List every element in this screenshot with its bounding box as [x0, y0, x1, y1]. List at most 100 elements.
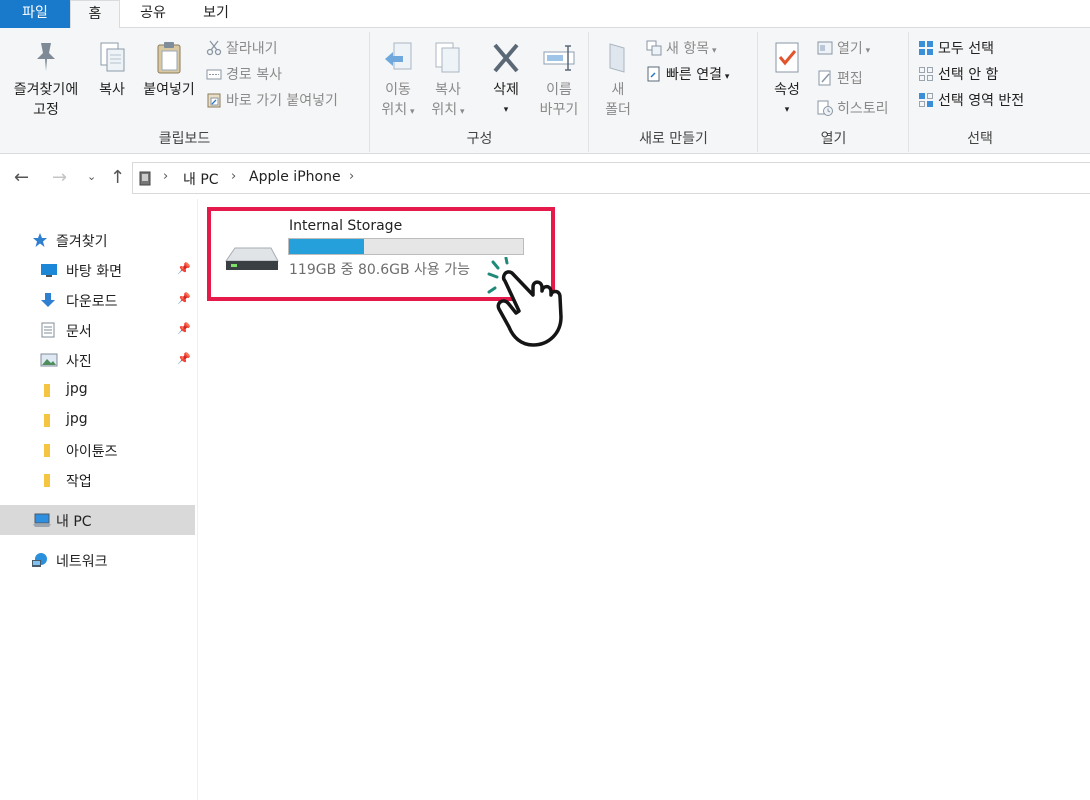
easy-access-icon	[646, 66, 662, 82]
select-none-button[interactable]: 선택 안 함	[918, 64, 998, 86]
drive-free-space: 119GB 중 80.6GB 사용 가능	[289, 262, 471, 278]
back-arrow-icon[interactable]: ←	[14, 167, 29, 188]
paste-shortcut-button[interactable]: 바로 가기 붙여넣기	[206, 90, 338, 112]
sidebar-item-folder-itunes[interactable]: 아이튠즈	[0, 435, 195, 465]
move-to-chevron-icon: ▾	[407, 107, 415, 117]
navigation-bar: ← → ⌄ ↑ › 내 PC › Apple iPhone ›	[0, 155, 1090, 199]
copy-label: 복사	[99, 82, 125, 98]
edit-button[interactable]: 편집	[817, 68, 863, 90]
folder-icon	[40, 472, 56, 488]
copy-path-button[interactable]: 경로 복사	[206, 64, 282, 86]
properties-label: 속성	[774, 82, 800, 98]
paste-button[interactable]: 붙여넣기	[136, 40, 202, 100]
desktop-icon	[40, 262, 57, 278]
drive-name: Internal Storage	[289, 218, 403, 234]
open-button[interactable]: 열기 ▾	[817, 38, 870, 60]
sidebar-item-label: 즐겨찾기	[56, 234, 108, 250]
delete-label: 삭제	[493, 82, 519, 98]
pin-icon[interactable]: 📌	[177, 262, 191, 275]
cut-button[interactable]: 잘라내기	[206, 38, 278, 60]
history-button[interactable]: 히스토리	[817, 98, 889, 120]
history-label: 히스토리	[837, 101, 889, 117]
select-all-button[interactable]: 모두 선택	[918, 38, 994, 60]
breadcrumb-separator-icon[interactable]: ›	[163, 169, 168, 184]
copy-to-label-text: 위치	[431, 102, 458, 118]
copy-to-label-line1: 복사	[435, 82, 461, 98]
forward-arrow-icon[interactable]: →	[52, 167, 67, 188]
pin-quick-access-button[interactable]: 즐겨찾기에 고정	[6, 40, 86, 120]
sidebar-item-folder-jpg-1[interactable]: jpg	[0, 375, 195, 405]
rename-button[interactable]: 이름 바꾸기	[533, 40, 585, 120]
breadcrumb-separator-icon[interactable]: ›	[231, 169, 236, 184]
drive-usage-fill	[289, 239, 364, 254]
drive-icon	[225, 245, 279, 277]
up-arrow-icon[interactable]: ↑	[110, 167, 125, 188]
properties-button[interactable]: 속성 ▾	[765, 40, 809, 120]
open-label: 열기	[837, 41, 863, 57]
tab-file[interactable]: 파일	[0, 0, 70, 28]
sidebar-item-label: 네트워크	[56, 554, 108, 570]
move-to-button[interactable]: 이동 위치 ▾	[375, 40, 421, 122]
copy-to-chevron-icon: ▾	[457, 107, 465, 117]
new-folder-label-line1: 새	[611, 82, 625, 98]
sidebar-item-folder-jpg-2[interactable]: jpg	[0, 405, 195, 435]
organize-group-label: 구성	[466, 131, 493, 147]
folder-icon	[40, 442, 56, 458]
move-to-label-line1: 이동	[385, 82, 411, 98]
tab-home[interactable]: 홈	[70, 0, 120, 29]
sidebar-item-folder-work[interactable]: 작업	[0, 465, 195, 495]
new-folder-icon	[609, 43, 625, 73]
rename-label-line2: 바꾸기	[539, 102, 579, 118]
cut-label: 잘라내기	[226, 41, 278, 57]
easy-access-button[interactable]: 빠른 연결 ▾	[646, 64, 729, 86]
new-folder-button[interactable]: 새 폴더	[596, 40, 640, 120]
properties-check-icon	[775, 42, 799, 73]
tab-view[interactable]: 보기	[186, 0, 246, 28]
easy-access-label: 빠른 연결	[666, 67, 722, 83]
sidebar-item-documents[interactable]: 문서 📌	[0, 315, 195, 345]
pin-icon[interactable]: 📌	[177, 322, 191, 335]
select-all-icon	[918, 40, 934, 56]
open-group-label: 열기	[820, 131, 847, 147]
pin-label-line2: 고정	[33, 102, 59, 118]
pictures-icon	[40, 352, 58, 368]
paste-shortcut-icon	[206, 92, 222, 108]
sidebar-item-downloads[interactable]: 다운로드 📌	[0, 285, 195, 315]
sidebar-item-this-pc[interactable]: 내 PC	[0, 505, 195, 535]
new-item-icon	[646, 40, 662, 56]
drive-usage-bar	[288, 238, 524, 255]
sidebar-item-label: 내 PC	[56, 514, 92, 530]
pin-icon[interactable]: 📌	[177, 352, 191, 365]
invert-selection-button[interactable]: 선택 영역 반전	[918, 90, 1024, 112]
paste-label: 붙여넣기	[143, 82, 195, 98]
open-icon	[817, 40, 833, 56]
sidebar-item-label: 다운로드	[66, 294, 118, 310]
sidebar-item-network[interactable]: 네트워크	[0, 545, 195, 575]
delete-button[interactable]: 삭제 ▾	[483, 40, 529, 120]
pin-icon[interactable]: 📌	[177, 292, 191, 305]
breadcrumb-this-pc[interactable]: 내 PC	[183, 169, 219, 189]
new-item-button[interactable]: 새 항목 ▾	[646, 38, 716, 60]
group-select: 모두 선택 선택 안 함 선택 영역 반전 선택	[910, 32, 1050, 152]
delete-x-icon	[493, 43, 519, 73]
breadcrumb-separator-icon[interactable]: ›	[349, 169, 354, 184]
sidebar-item-quick-access[interactable]: 즐겨찾기	[0, 225, 195, 255]
new-group-label: 새로 만들기	[639, 131, 708, 147]
sidebar-item-desktop[interactable]: 바탕 화면 📌	[0, 255, 195, 285]
pin-label-line1: 즐겨찾기에	[13, 82, 79, 98]
tab-share[interactable]: 공유	[124, 0, 182, 28]
easy-access-chevron-icon: ▾	[721, 72, 730, 82]
sidebar-item-pictures[interactable]: 사진 📌	[0, 345, 195, 375]
copy-icon	[100, 42, 125, 72]
copy-button[interactable]: 복사	[90, 40, 134, 100]
address-bar[interactable]: › 내 PC › Apple iPhone ›	[132, 162, 1090, 194]
recent-locations-chevron-icon[interactable]: ⌄	[87, 170, 96, 183]
edit-label: 편집	[837, 71, 863, 87]
group-organize: 이동 위치 ▾ 복사 위치 ▾ 삭제 ▾ 이름 바꾸기 구성	[371, 32, 589, 152]
breadcrumb-apple-iphone[interactable]: Apple iPhone	[249, 169, 341, 185]
star-icon	[32, 232, 48, 248]
new-item-label: 새 항목	[666, 41, 710, 57]
copy-to-button[interactable]: 복사 위치 ▾	[425, 40, 471, 122]
invert-selection-label: 선택 영역 반전	[938, 93, 1025, 109]
group-clipboard: 즐겨찾기에 고정 복사 붙여넣기 잘라내기 경로 복사 바로 가기 붙여넣기 클…	[0, 32, 370, 152]
